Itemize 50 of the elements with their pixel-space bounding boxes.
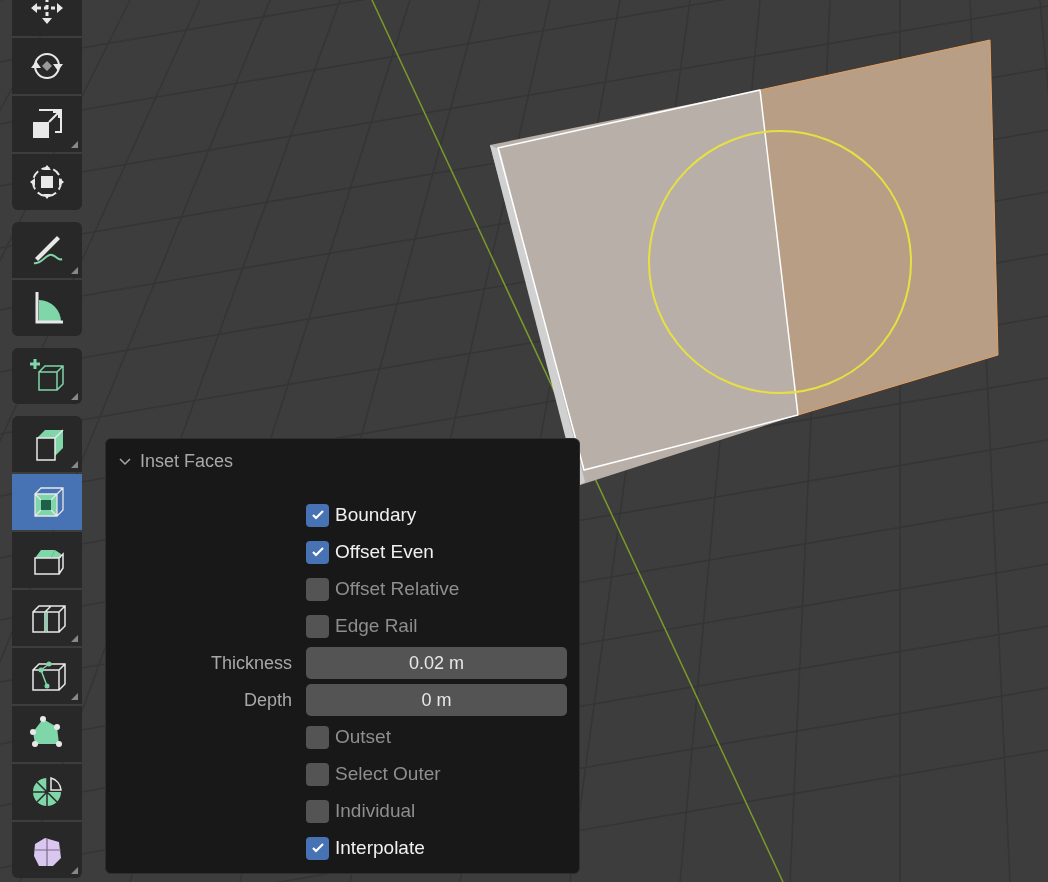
corner-triangle-icon — [71, 867, 78, 874]
checkbox-label: Outset — [335, 724, 391, 749]
tool-button[interactable] — [12, 532, 82, 588]
checkbox[interactable]: Individual — [306, 796, 416, 826]
checkbox-box[interactable] — [306, 799, 329, 823]
checkbox-box[interactable] — [306, 725, 329, 749]
checkbox[interactable]: Outset — [306, 722, 391, 752]
tool-button[interactable] — [12, 764, 82, 820]
checkbox-box[interactable] — [306, 836, 329, 860]
checkbox-label: Boundary — [335, 502, 417, 527]
corner-triangle-icon — [71, 693, 78, 700]
checkbox-label: Offset Relative — [335, 576, 460, 601]
checkbox[interactable]: Offset Relative — [306, 574, 460, 604]
tool-button[interactable] — [12, 222, 82, 278]
number-field[interactable]: 0 m — [306, 684, 567, 716]
checkbox-label: Individual — [335, 798, 416, 823]
tool-button[interactable] — [12, 416, 82, 472]
checkbox-box[interactable] — [306, 614, 329, 638]
checkbox-box[interactable] — [306, 762, 329, 786]
field-label: Thickness — [209, 651, 292, 675]
checkbox-label: Edge Rail — [335, 613, 418, 638]
number-field[interactable]: 0.02 m — [306, 647, 567, 679]
checkbox-label: Select Outer — [335, 761, 441, 786]
tool-button[interactable] — [12, 280, 82, 336]
tool-button[interactable] — [12, 474, 82, 530]
checkbox-label: Interpolate — [335, 835, 425, 860]
corner-triangle-icon — [71, 141, 78, 148]
tool-button[interactable] — [12, 648, 82, 704]
checkbox-box[interactable] — [306, 540, 329, 564]
checkbox[interactable]: Edge Rail — [306, 611, 418, 641]
corner-triangle-icon — [71, 393, 78, 400]
tool-button[interactable] — [12, 154, 82, 210]
checkbox[interactable]: Select Outer — [306, 759, 441, 789]
tool-button[interactable] — [12, 590, 82, 646]
corner-triangle-icon — [71, 267, 78, 274]
checkbox-box[interactable] — [306, 503, 329, 527]
tool-button[interactable] — [12, 96, 82, 152]
checkbox[interactable]: Interpolate — [306, 833, 425, 863]
corner-triangle-icon — [71, 635, 78, 642]
panel-header[interactable]: Inset Faces — [118, 447, 234, 475]
checkbox-label: Offset Even — [335, 539, 434, 564]
checkbox-box[interactable] — [306, 577, 329, 601]
tool-button[interactable] — [12, 822, 82, 878]
checkbox[interactable]: Offset Even — [306, 537, 434, 567]
tool-button[interactable] — [12, 38, 82, 94]
tool-button[interactable] — [12, 706, 82, 762]
tool-button[interactable] — [12, 348, 82, 404]
checkbox[interactable]: Boundary — [306, 500, 417, 530]
field-label: Depth — [242, 688, 292, 712]
corner-triangle-icon — [71, 461, 78, 468]
